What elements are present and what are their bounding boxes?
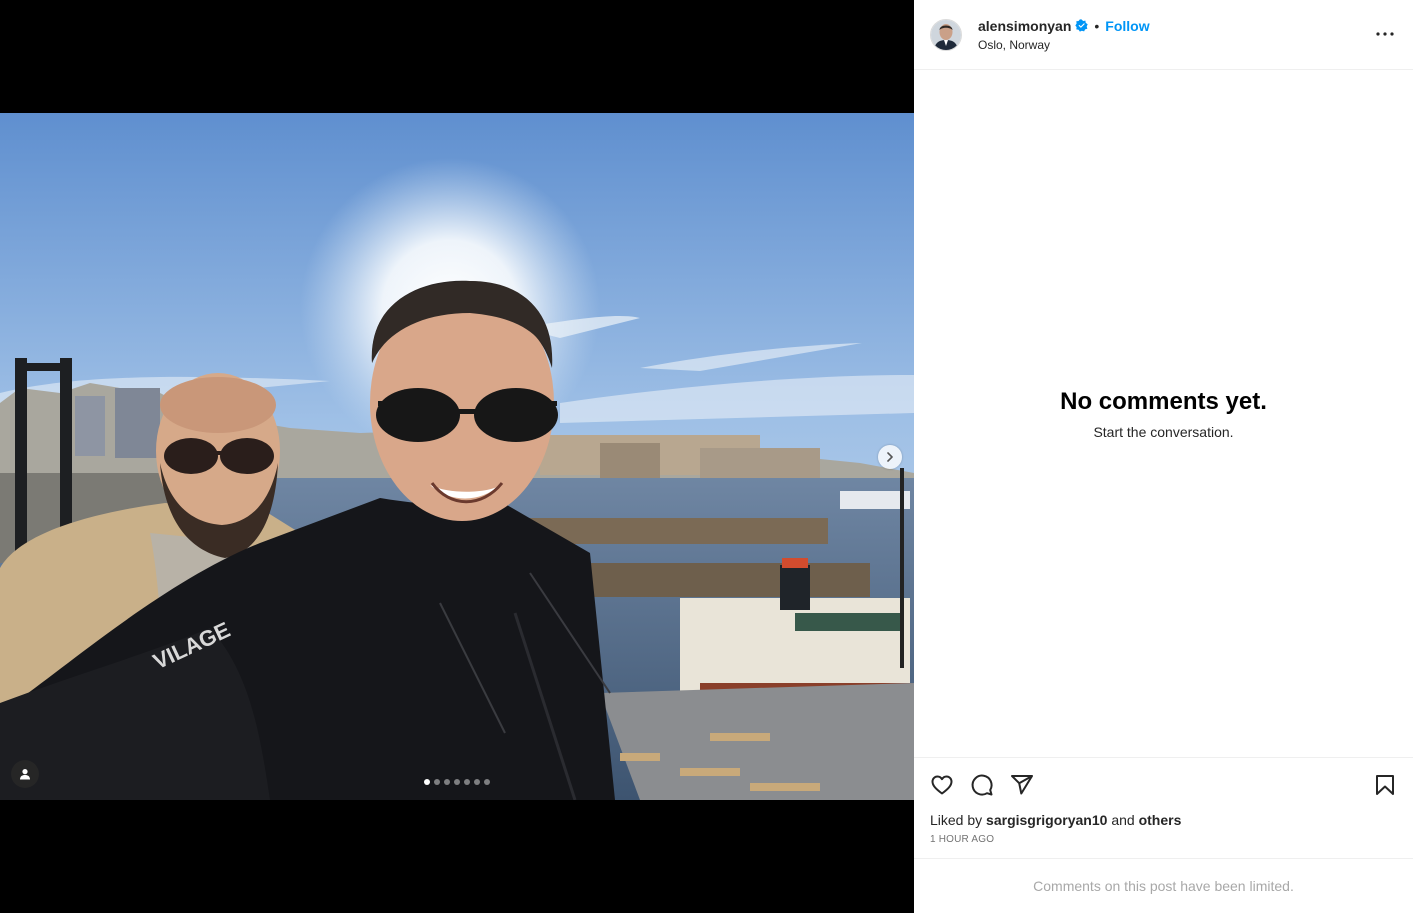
liker-username-link[interactable]: sargisgrigoryan10 (986, 812, 1107, 828)
comments-area: No comments yet. Start the conversation. (914, 70, 1413, 757)
share-button[interactable] (1010, 773, 1034, 797)
post-side-panel: alensimonyan • Follow Oslo, Norway No co… (914, 0, 1413, 913)
like-heart-icon (931, 775, 953, 795)
separator-dot: • (1094, 17, 1100, 34)
more-options-icon (1376, 32, 1394, 36)
post-media: VILAGE (0, 0, 914, 913)
likes-others-link[interactable]: others (1139, 812, 1182, 828)
location-link[interactable]: Oslo, Norway (978, 38, 1150, 52)
post-footer: Liked by sargisgrigoryan10 and others 1 … (914, 757, 1413, 913)
post-header: alensimonyan • Follow Oslo, Norway (914, 0, 1413, 70)
username-link[interactable]: alensimonyan (978, 18, 1071, 34)
slide-dot (484, 779, 490, 785)
user-tag-icon (20, 769, 30, 780)
verified-badge-icon (1075, 19, 1089, 32)
save-bookmark-icon (1376, 775, 1394, 795)
more-options-button[interactable] (1375, 24, 1395, 44)
avatar[interactable] (930, 18, 962, 51)
slide-indicator (424, 779, 490, 785)
slide-dot (444, 779, 450, 785)
comment-icon (971, 774, 993, 796)
likes-summary: Liked by sargisgrigoryan10 and others (914, 812, 1413, 828)
slide-dot (424, 779, 430, 785)
post-photo[interactable]: VILAGE (0, 113, 914, 800)
save-button[interactable] (1373, 773, 1397, 797)
post-modal: VILAGE alensimonyan • Follow Oslo, Norwa… (0, 0, 1413, 913)
slide-dot (434, 779, 440, 785)
tagged-users-button[interactable] (11, 760, 39, 788)
share-icon (1011, 775, 1033, 795)
next-slide-button[interactable] (878, 445, 902, 469)
slide-dot (464, 779, 470, 785)
action-bar (914, 758, 1413, 812)
likes-middle: and (1111, 812, 1135, 828)
post-timestamp[interactable]: 1 HOUR AGO (914, 828, 1413, 858)
next-arrow-icon (887, 452, 893, 462)
likes-prefix: Liked by (930, 812, 983, 828)
comments-limited-notice: Comments on this post have been limited. (914, 858, 1413, 913)
empty-comments-title: No comments yet. (1060, 387, 1267, 415)
empty-comments-subtitle: Start the conversation. (1093, 423, 1234, 440)
slide-dot (474, 779, 480, 785)
like-button[interactable] (930, 773, 954, 797)
follow-button[interactable]: Follow (1105, 18, 1149, 34)
slide-dot (454, 779, 460, 785)
comment-button[interactable] (970, 773, 994, 797)
